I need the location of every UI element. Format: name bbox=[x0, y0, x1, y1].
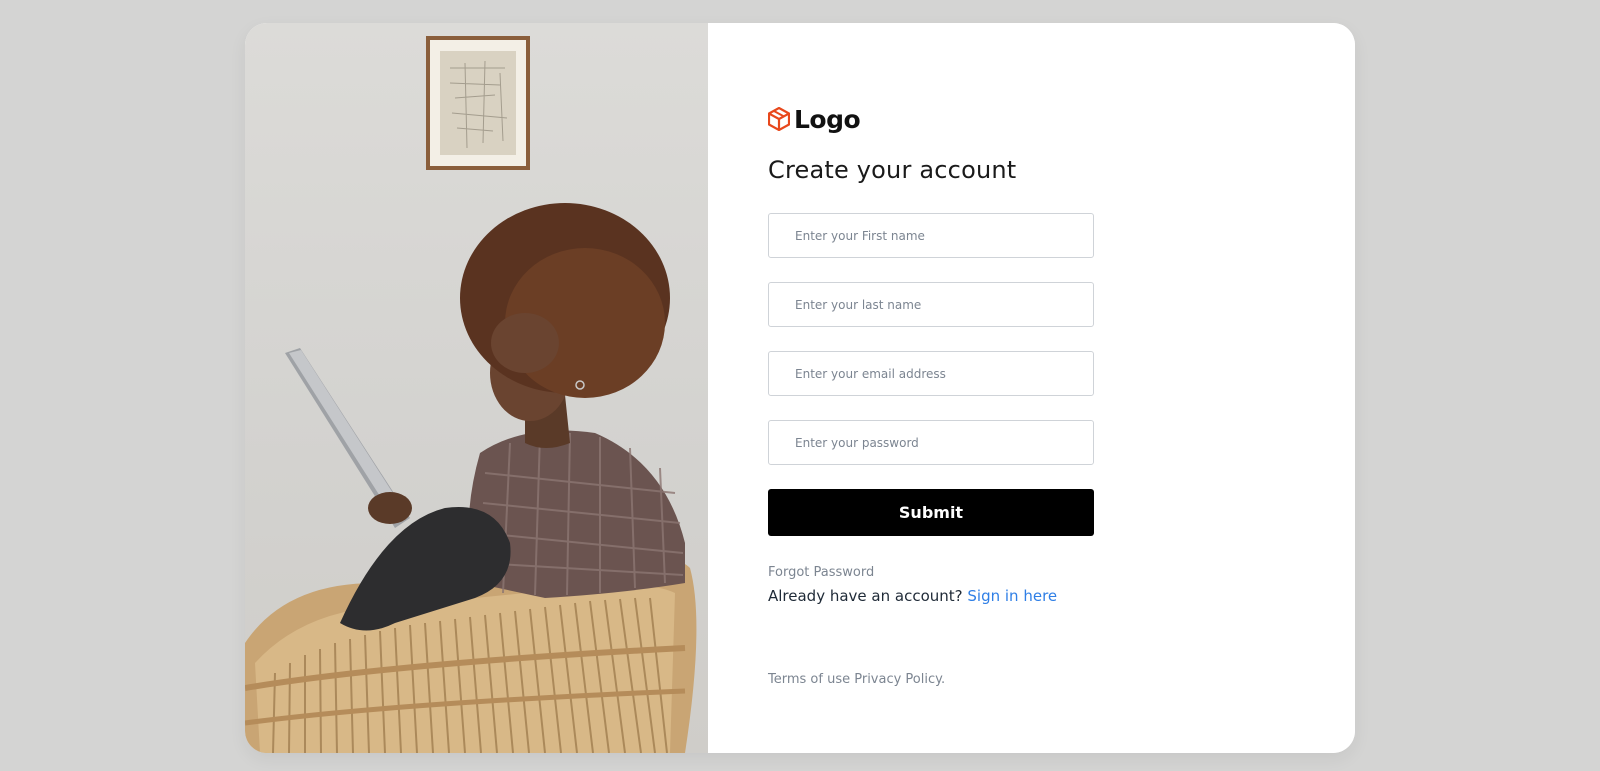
hero-photo bbox=[245, 23, 708, 753]
cube-icon bbox=[768, 107, 790, 131]
privacy-link[interactable]: Privacy Policy. bbox=[854, 672, 945, 687]
signup-form-panel: Logo Create your account Submit Forgot P… bbox=[708, 23, 1355, 753]
signup-card: Logo Create your account Submit Forgot P… bbox=[245, 23, 1355, 753]
submit-button[interactable]: Submit bbox=[768, 489, 1094, 536]
woman-with-tablet-illustration bbox=[245, 36, 697, 753]
forgot-password-link[interactable]: Forgot Password bbox=[768, 565, 874, 580]
page-title: Create your account bbox=[768, 156, 1017, 184]
footer-links: Terms of use Privacy Policy. bbox=[768, 672, 945, 687]
logo-text: Logo bbox=[794, 104, 861, 134]
sign-in-link[interactable]: Sign in here bbox=[967, 587, 1057, 605]
last-name-field[interactable] bbox=[768, 282, 1094, 327]
signin-prompt: Already have an account? Sign in here bbox=[768, 587, 1057, 605]
email-field[interactable] bbox=[768, 351, 1094, 396]
terms-link[interactable]: Terms of use bbox=[768, 672, 850, 687]
password-field[interactable] bbox=[768, 420, 1094, 465]
logo: Logo bbox=[768, 103, 861, 135]
signin-prompt-text: Already have an account? bbox=[768, 587, 963, 605]
first-name-field[interactable] bbox=[768, 213, 1094, 258]
